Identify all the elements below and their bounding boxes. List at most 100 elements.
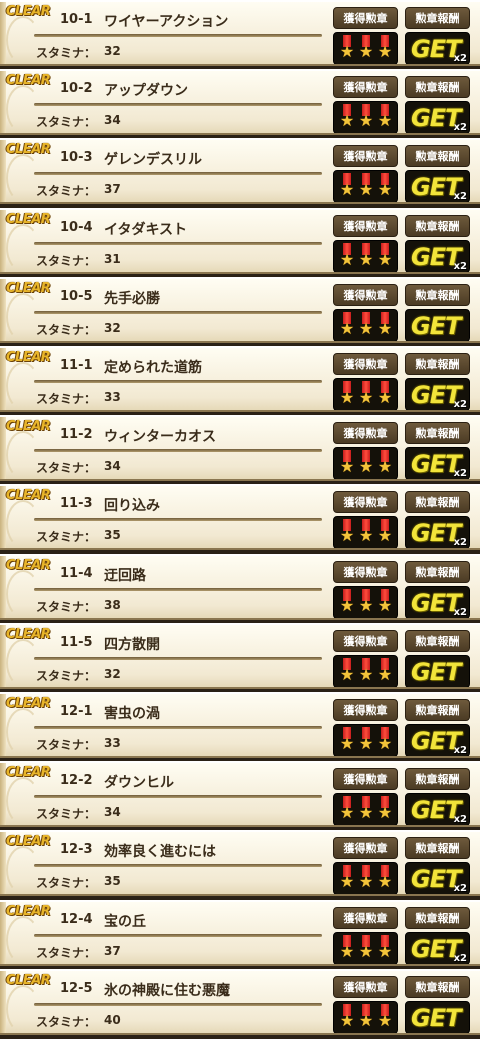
stage-number: 12-3 — [60, 842, 93, 857]
stage-row[interactable]: CLEAR 11-5 四方散開 スタミナ： 32 獲得勲章 勲章報酬 ★ ★ ★ GET — [0, 623, 480, 689]
clear-badge: CLEAR — [6, 627, 51, 642]
earned-medals-button[interactable]: 獲得勲章 — [333, 215, 398, 237]
stage-row[interactable]: CLEAR 10-1 ワイヤーアクション スタミナ： 32 獲得勲章 勲章報酬 ★ ★ ★ GET x… — [0, 0, 480, 66]
stage-row[interactable]: CLEAR 11-4 迂回路 スタミナ： 38 獲得勲章 勲章報酬 ★ ★ ★ GET x2 — [0, 554, 480, 620]
earned-medals-button[interactable]: 獲得勲章 — [333, 561, 398, 583]
stamina-value: 34 — [104, 459, 121, 473]
medal-panel: ★ ★ ★ — [333, 655, 398, 687]
get-reward-button[interactable]: GET x2 — [405, 447, 470, 479]
earned-medals-button[interactable]: 獲得勲章 — [333, 284, 398, 306]
medal-icon: ★ — [339, 1004, 355, 1032]
medal-icon: ★ — [377, 935, 393, 963]
stage-number: 10-1 — [60, 12, 93, 27]
get-reward-button[interactable]: GET x2 — [405, 932, 470, 964]
stage-row[interactable]: CLEAR 12-3 効率良く進むには スタミナ： 35 獲得勲章 勲章報酬 ★ ★ ★ GET x2 — [0, 830, 480, 896]
divider — [34, 34, 322, 37]
earned-medals-button[interactable]: 獲得勲章 — [333, 976, 398, 998]
divider — [34, 172, 322, 175]
medal-icon: ★ — [339, 727, 355, 755]
medal-reward-button[interactable]: 勲章報酬 — [405, 145, 470, 167]
medal-reward-button[interactable]: 勲章報酬 — [405, 353, 470, 375]
get-reward-button[interactable]: GET x2 — [405, 170, 470, 202]
ornament-swirl — [6, 293, 40, 341]
medal-icon: ★ — [377, 658, 393, 686]
get-reward-button[interactable]: GET x2 — [405, 724, 470, 756]
stage-number: 11-1 — [60, 358, 93, 373]
get-reward-button[interactable]: GET — [405, 1001, 470, 1033]
medal-reward-button[interactable]: 勲章報酬 — [405, 7, 470, 29]
stage-name: 定められた道筋 — [104, 360, 202, 376]
medal-icon: ★ — [358, 450, 374, 478]
get-reward-button[interactable]: GET x2 — [405, 516, 470, 548]
stage-list: CLEAR 10-1 ワイヤーアクション スタミナ： 32 獲得勲章 勲章報酬 ★ ★ ★ GET x… — [0, 0, 480, 1039]
medal-icon: ★ — [377, 865, 393, 893]
earned-medals-button[interactable]: 獲得勲章 — [333, 699, 398, 721]
get-reward-button[interactable]: GET x2 — [405, 793, 470, 825]
get-reward-button[interactable]: GET x2 — [405, 32, 470, 64]
earned-medals-button[interactable]: 獲得勲章 — [333, 837, 398, 859]
get-reward-button[interactable]: GET x2 — [405, 586, 470, 618]
ornament-swirl — [6, 500, 40, 548]
ornament-swirl — [6, 154, 40, 202]
get-reward-button[interactable]: GET x2 — [405, 101, 470, 133]
get-reward-button[interactable]: GET x2 — [405, 862, 470, 894]
earned-medals-button[interactable]: 獲得勲章 — [333, 907, 398, 929]
earned-medals-button[interactable]: 獲得勲章 — [333, 145, 398, 167]
stage-name: 迂回路 — [104, 568, 146, 584]
earned-medals-button[interactable]: 獲得勲章 — [333, 353, 398, 375]
medal-reward-button[interactable]: 勲章報酬 — [405, 630, 470, 652]
stage-row[interactable]: CLEAR 12-2 ダウンヒル スタミナ： 34 獲得勲章 勲章報酬 ★ ★ ★ GET x2 — [0, 761, 480, 827]
medal-reward-button[interactable]: 勲章報酬 — [405, 837, 470, 859]
stage-row[interactable]: CLEAR 12-1 害虫の渦 スタミナ： 33 獲得勲章 勲章報酬 ★ ★ ★ GET x2 — [0, 692, 480, 758]
stage-row[interactable]: CLEAR 11-3 回り込み スタミナ： 35 獲得勲章 勲章報酬 ★ ★ ★ GET x2 — [0, 484, 480, 550]
stage-row[interactable]: CLEAR 12-4 宝の丘 スタミナ： 37 獲得勲章 勲章報酬 ★ ★ ★ GET x2 — [0, 900, 480, 966]
stage-name: 害虫の渦 — [104, 706, 160, 722]
medal-reward-button[interactable]: 勲章報酬 — [405, 768, 470, 790]
stage-row[interactable]: CLEAR 12-5 氷の神殿に住む悪魔 スタミナ： 40 獲得勲章 勲章報酬 ★ ★ ★ GET — [0, 969, 480, 1035]
medal-icon: ★ — [339, 935, 355, 963]
multiplier-badge: x2 — [453, 399, 467, 410]
stage-row[interactable]: CLEAR 10-2 アップダウン スタミナ： 34 獲得勲章 勲章報酬 ★ ★ ★ GET x2 — [0, 69, 480, 135]
medal-reward-button[interactable]: 勲章報酬 — [405, 422, 470, 444]
medal-reward-button[interactable]: 勲章報酬 — [405, 76, 470, 98]
get-reward-button[interactable]: GET — [405, 309, 470, 341]
medal-reward-button[interactable]: 勲章報酬 — [405, 491, 470, 513]
stamina-label: スタミナ： — [36, 600, 97, 614]
stage-row[interactable]: CLEAR 11-2 ウィンターカオス スタミナ： 34 獲得勲章 勲章報酬 ★ ★ ★ GET x2 — [0, 415, 480, 481]
medal-icon: ★ — [339, 450, 355, 478]
clear-badge: CLEAR — [6, 350, 51, 365]
earned-medals-button[interactable]: 獲得勲章 — [333, 422, 398, 444]
medal-reward-button[interactable]: 勲章報酬 — [405, 907, 470, 929]
get-reward-button[interactable]: GET — [405, 655, 470, 687]
medal-icon: ★ — [358, 935, 374, 963]
stage-number: 12-1 — [60, 704, 93, 719]
earned-medals-button[interactable]: 獲得勲章 — [333, 7, 398, 29]
stage-row[interactable]: CLEAR 10-5 先手必勝 スタミナ： 32 獲得勲章 勲章報酬 ★ ★ ★ GET — [0, 277, 480, 343]
multiplier-badge: x2 — [453, 745, 467, 756]
medal-reward-button[interactable]: 勲章報酬 — [405, 215, 470, 237]
stage-name: ワイヤーアクション — [104, 14, 229, 30]
get-label: GET — [411, 1004, 461, 1032]
get-reward-button[interactable]: GET x2 — [405, 378, 470, 410]
medal-reward-button[interactable]: 勲章報酬 — [405, 284, 470, 306]
medal-reward-button[interactable]: 勲章報酬 — [405, 699, 470, 721]
get-reward-button[interactable]: GET x2 — [405, 240, 470, 272]
medal-icon: ★ — [339, 173, 355, 201]
earned-medals-button[interactable]: 獲得勲章 — [333, 630, 398, 652]
medal-reward-button[interactable]: 勲章報酬 — [405, 976, 470, 998]
multiplier-badge: x2 — [453, 122, 467, 133]
multiplier-badge: x2 — [453, 468, 467, 479]
medal-reward-button[interactable]: 勲章報酬 — [405, 561, 470, 583]
earned-medals-button[interactable]: 獲得勲章 — [333, 76, 398, 98]
divider — [34, 657, 322, 660]
medal-icon: ★ — [377, 173, 393, 201]
divider — [34, 864, 322, 867]
stage-row[interactable]: CLEAR 10-3 ゲレンデスリル スタミナ： 37 獲得勲章 勲章報酬 ★ ★ ★ GET x2 — [0, 138, 480, 204]
stage-name: ウィンターカオス — [104, 429, 216, 445]
earned-medals-button[interactable]: 獲得勲章 — [333, 491, 398, 513]
medal-icon: ★ — [358, 727, 374, 755]
earned-medals-button[interactable]: 獲得勲章 — [333, 768, 398, 790]
stage-row[interactable]: CLEAR 10-4 イタダキスト スタミナ： 31 獲得勲章 勲章報酬 ★ ★ ★ GET x2 — [0, 208, 480, 274]
stage-number: 12-5 — [60, 981, 93, 996]
stage-row[interactable]: CLEAR 11-1 定められた道筋 スタミナ： 33 獲得勲章 勲章報酬 ★ ★ ★ GET x2 — [0, 346, 480, 412]
